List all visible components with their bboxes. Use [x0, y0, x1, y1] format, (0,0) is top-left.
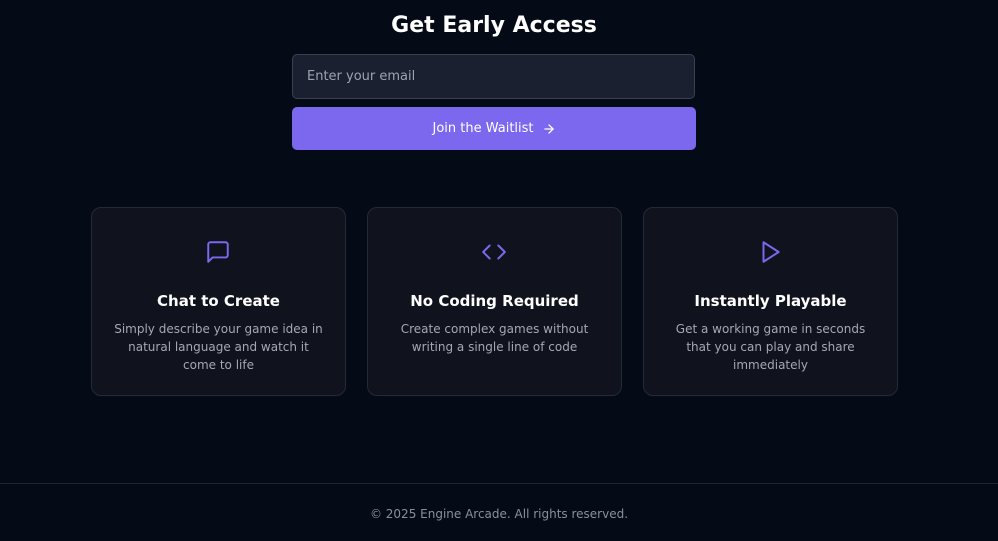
feature-description: Get a working game in seconds that you c… [675, 322, 866, 372]
footer-copyright: © 2025 Engine Arcade. All rights reserve… [369, 507, 629, 521]
feature-description: Simply describe your game idea in natura… [114, 322, 323, 372]
join-waitlist-label: Join the Waitlist [432, 121, 534, 136]
feature-card-no-coding-required: No Coding Required Create complex games … [367, 207, 622, 396]
arrow-right-icon [542, 122, 556, 136]
feature-title: Chat to Create [157, 292, 280, 310]
join-waitlist-button[interactable]: Join the Waitlist [292, 107, 696, 150]
play-icon [757, 239, 783, 265]
signup-title: Get Early Access [391, 13, 597, 38]
code-icon [481, 239, 507, 265]
feature-card-chat-to-create: Chat to Create Simply describe your game… [91, 207, 346, 396]
message-square-icon [205, 239, 231, 265]
feature-card-instantly-playable: Instantly Playable Get a working game in… [643, 207, 898, 396]
landing-page: Get Early Access Join the Waitlist Chat … [0, 0, 998, 541]
feature-title: No Coding Required [410, 292, 579, 310]
email-input[interactable] [292, 54, 695, 99]
feature-description: Create complex games without writing a s… [400, 322, 589, 354]
footer-divider [0, 483, 998, 484]
feature-title: Instantly Playable [694, 292, 847, 310]
